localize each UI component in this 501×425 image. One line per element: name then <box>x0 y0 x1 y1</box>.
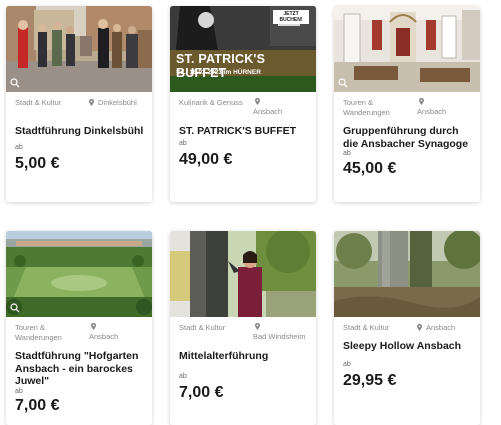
offer-image: JETZT BUCHEN! ST. PATRICK'S BUFFET Sa., … <box>170 6 316 92</box>
offer-image <box>6 6 152 92</box>
offer-card-st-patricks-buffet[interactable]: JETZT BUCHEN! ST. PATRICK'S BUFFET Sa., … <box>170 6 316 202</box>
price-prefix: ab <box>15 387 23 395</box>
offer-title[interactable]: Sleepy Hollow Ansbach <box>343 340 473 353</box>
offer-location-label: Ansbach <box>89 332 119 341</box>
map-pin-icon <box>419 98 424 105</box>
offer-image <box>334 231 480 317</box>
offer-category: Touren & Wanderungen <box>15 323 62 342</box>
price-prefix: ab <box>179 139 187 147</box>
offer-location: Ansbach <box>417 323 480 333</box>
map-pin-icon <box>91 323 96 330</box>
offer-title[interactable]: Gruppenführung durch die Ansbacher Synag… <box>343 125 473 150</box>
map-pin-icon <box>255 323 260 330</box>
offer-price: 7,00 € <box>179 383 224 401</box>
offer-price: 45,00 € <box>343 160 397 177</box>
map-pin-icon <box>89 99 94 106</box>
city-tour-photo <box>6 6 152 92</box>
offer-category: Stadt & Kultur <box>15 98 62 107</box>
offer-location-label: Dinkelsbühl <box>98 98 137 107</box>
offer-location: Bad Windsheim <box>253 323 316 342</box>
offer-location: Ansbach <box>417 98 480 117</box>
poster-subline: Sa., 18.03.2023 im HÜRNER <box>176 69 261 76</box>
offer-title[interactable]: ST. PATRICK'S BUFFET <box>179 125 309 138</box>
offer-title[interactable]: Mittelalterführung <box>179 350 309 363</box>
offer-category: Kulinarik & Genuss <box>179 98 243 107</box>
price-prefix: ab <box>343 150 351 157</box>
offer-location-label: Ansbach <box>426 323 456 332</box>
offer-image <box>170 231 316 317</box>
offer-card-mittelalterfuehrung[interactable]: Stadt & Kultur Bad Windsheim Mittelalter… <box>170 231 316 425</box>
offer-card-sleepy-hollow-ansbach[interactable]: Stadt & Kultur Ansbach Sleepy Hollow Ans… <box>334 231 480 425</box>
hofgarten-aerial-photo <box>6 231 152 317</box>
synagogue-interior-photo <box>334 6 480 92</box>
magnifier-icon <box>10 78 20 88</box>
offer-title[interactable]: Stadtführung "Hofgarten Ansbach - ein ba… <box>15 350 145 388</box>
offer-location-label: Bad Windsheim <box>253 332 306 341</box>
offer-image <box>6 231 152 317</box>
offer-location: Dinkelsbühl <box>89 98 152 108</box>
offer-card-hofgarten-ansbach[interactable]: Touren & Wanderungen Ansbach Stadtführun… <box>6 231 152 425</box>
offer-location-label: Ansbach <box>417 107 447 116</box>
magnifier-icon <box>338 78 348 88</box>
offer-price: 49,00 € <box>179 150 233 168</box>
price-prefix: ab <box>179 372 187 380</box>
offer-grid: Stadt & Kultur Dinkelsbühl Stadtführung … <box>0 0 501 425</box>
offer-category: Touren & Wanderungen <box>343 98 390 117</box>
offer-location: Ansbach <box>89 323 152 342</box>
map-pin-icon <box>255 98 260 105</box>
price-prefix: ab <box>15 143 23 151</box>
offer-card-gruppenfuehrung-synagoge[interactable]: Touren & Wanderungen Ansbach Gruppenführ… <box>334 6 480 202</box>
offer-card-stadtfuehrung-dinkelsbuehl[interactable]: Stadt & Kultur Dinkelsbühl Stadtführung … <box>6 6 152 202</box>
offer-category: Stadt & Kultur <box>179 323 226 332</box>
offer-image <box>334 6 480 92</box>
map-pin-icon <box>417 324 422 331</box>
offer-title[interactable]: Stadtführung Dinkelsbühl <box>15 125 145 138</box>
magnifier-icon <box>10 303 20 313</box>
offer-price: 5,00 € <box>15 154 60 172</box>
offer-price: 7,00 € <box>15 396 60 414</box>
offer-location: Ansbach <box>253 98 316 117</box>
poster-badge: JETZT BUCHEN! <box>273 10 309 24</box>
offer-location-label: Ansbach <box>253 107 283 116</box>
price-prefix: ab <box>343 360 351 368</box>
offer-category: Stadt & Kultur <box>343 323 390 332</box>
offer-price: 29,95 € <box>343 371 397 389</box>
medieval-tour-photo <box>170 231 316 317</box>
forest-photo <box>334 231 480 317</box>
